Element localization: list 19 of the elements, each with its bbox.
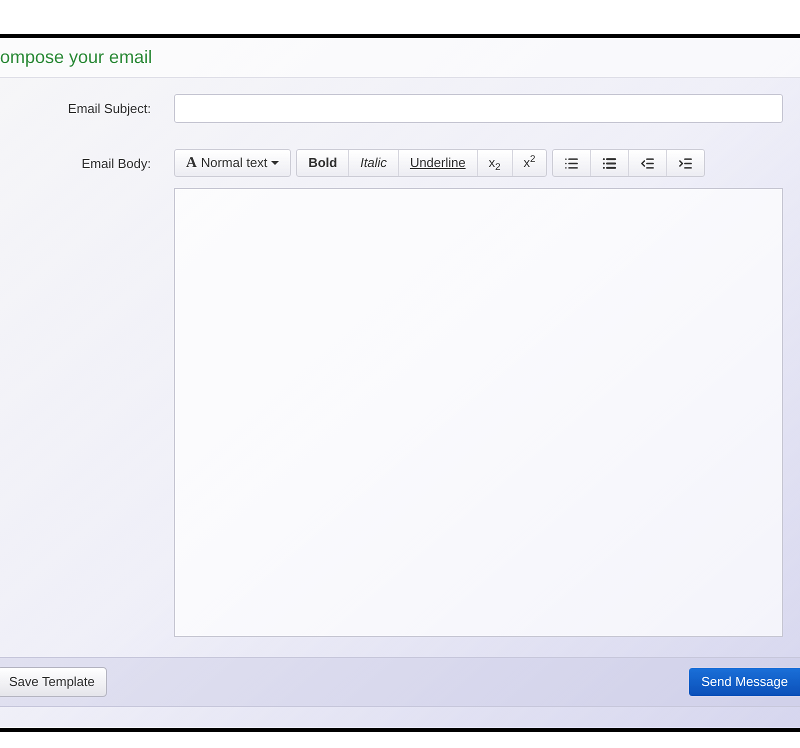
body-field[interactable] [174, 188, 783, 637]
bold-button[interactable]: Bold [297, 150, 350, 176]
outdent-icon [640, 156, 656, 170]
caret-icon [271, 161, 280, 165]
field-label: Email Subject: [66, 100, 151, 118]
list-icon [564, 156, 580, 170]
underline-button[interactable]: Underline [398, 150, 478, 176]
send-button[interactable]: Send Message [689, 668, 800, 696]
subject-field[interactable] [174, 94, 783, 123]
field-label: Email Body: [80, 155, 151, 173]
list-icon [602, 156, 618, 170]
indent-icon [678, 156, 694, 170]
text-style-dropdown[interactable]: A Normal text [175, 150, 290, 176]
italic-button[interactable]: Italic [349, 150, 399, 176]
format-button[interactable]: x$_{2}$ [478, 150, 513, 176]
save-template-button[interactable]: Save Template [0, 667, 107, 697]
font-icon: A [186, 152, 197, 174]
panel-title: ompose your email [0, 46, 152, 69]
format-button[interactable]: x$^{2}$ [512, 150, 546, 176]
